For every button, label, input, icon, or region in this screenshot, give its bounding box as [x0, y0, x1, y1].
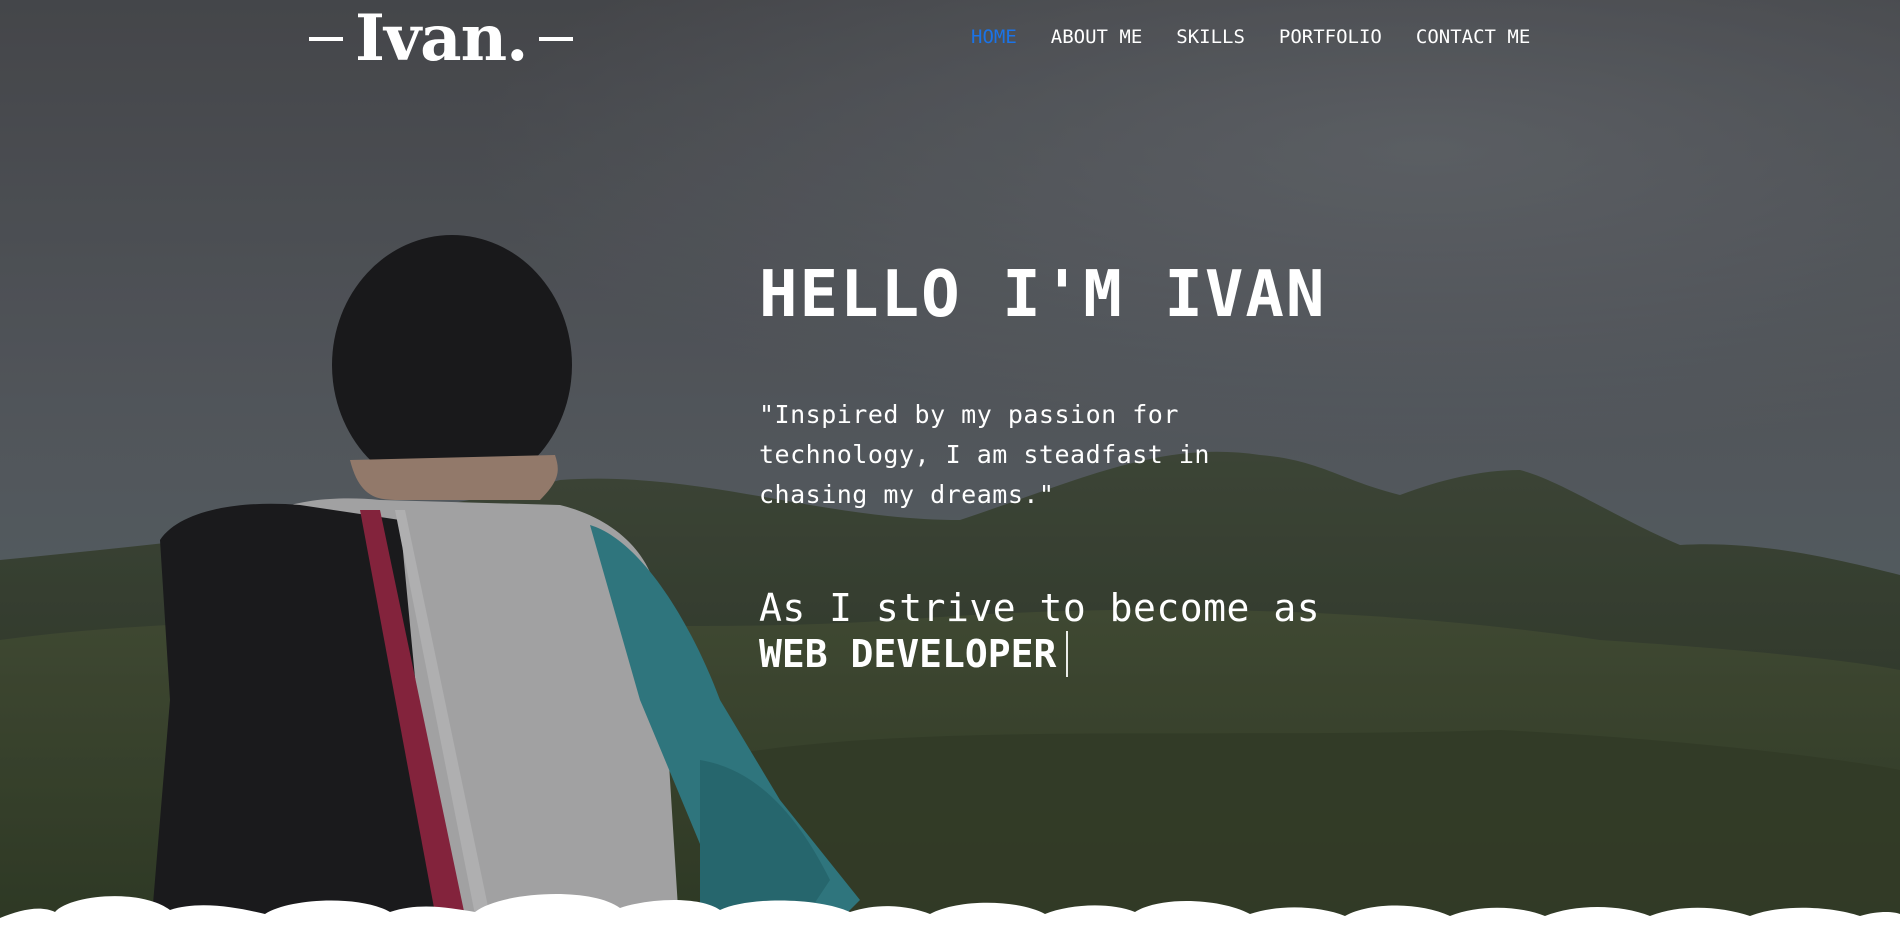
typing-cursor	[1066, 631, 1069, 677]
hero-content: HELLO I'M IVAN "Inspired by my passion f…	[759, 255, 1479, 677]
nav-link-home[interactable]: HOME	[971, 24, 1017, 50]
hero-title: HELLO I'M IVAN	[759, 258, 1327, 332]
hero-quote: "Inspired by my passion for technology, …	[759, 400, 1210, 509]
hero-strive-text: As I strive to become as	[759, 586, 1321, 630]
navbar: Ivan. HOME ABOUT ME SKILLS PORTFOLIO CON…	[0, 0, 1900, 80]
site-logo[interactable]: Ivan.	[309, 1, 574, 76]
hero-section: Ivan. HOME ABOUT ME SKILLS PORTFOLIO CON…	[0, 0, 1900, 940]
logo-right-dash	[539, 37, 574, 41]
logo-text: Ivan.	[355, 1, 528, 76]
logo-left-dash	[309, 37, 343, 41]
typed-role-text: WEB DEVELOPER	[759, 632, 1057, 676]
typed-role: WEB DEVELOPER	[759, 631, 1069, 677]
nav-link-skills[interactable]: SKILLS	[1176, 24, 1245, 50]
nav-link-portfolio[interactable]: PORTFOLIO	[1279, 24, 1382, 50]
cloud-divider	[0, 894, 1900, 940]
nav-link-contact-me[interactable]: CONTACT ME	[1416, 24, 1530, 50]
nav-menu: HOME ABOUT ME SKILLS PORTFOLIO CONTACT M…	[971, 24, 1530, 50]
nav-link-about-me[interactable]: ABOUT ME	[1051, 24, 1143, 50]
